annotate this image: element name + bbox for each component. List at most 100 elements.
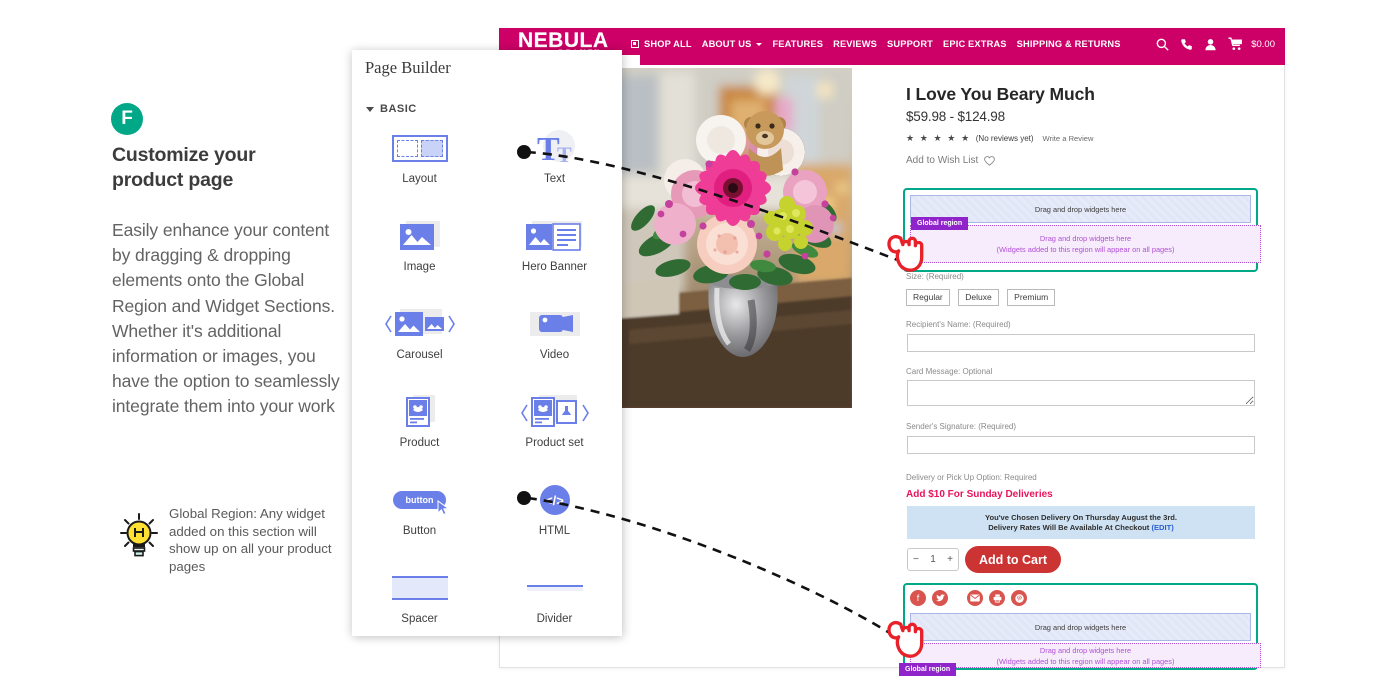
nav-item-epic-extras[interactable]: EPIC EXTRAS <box>943 39 1007 49</box>
explainer-column: F Customize your product page Easily enh… <box>0 0 352 700</box>
nav-label: FEATURES <box>772 39 823 49</box>
widget-spacer[interactable]: Spacer <box>352 570 487 630</box>
nav-item-reviews[interactable]: REVIEWS <box>833 39 877 49</box>
lightbulb-icon <box>120 513 158 562</box>
nav-label: SHOP ALL <box>644 39 692 49</box>
product-icon <box>399 394 441 430</box>
page-builder-section-basic[interactable]: BASIC <box>366 103 417 115</box>
step-badge: F <box>111 103 143 135</box>
global-drop-note: (Widgets added to this region will appea… <box>997 657 1175 666</box>
signature-label-text: Sender's Signature: <box>906 422 976 431</box>
size-option-regular[interactable]: Regular <box>906 289 950 306</box>
add-to-cart-button[interactable]: Add to Cart <box>965 546 1061 573</box>
recipient-name-input[interactable] <box>907 334 1255 352</box>
sender-signature-input[interactable] <box>907 436 1255 454</box>
nav-item-shipping-returns[interactable]: SHIPPING & RETURNS <box>1017 39 1121 49</box>
widget-image[interactable]: Image <box>352 218 487 278</box>
email-icon[interactable] <box>967 590 983 606</box>
widget-layout[interactable]: Layout <box>352 130 487 190</box>
size-option-deluxe[interactable]: Deluxe <box>958 289 998 306</box>
search-icon[interactable] <box>1156 38 1169 51</box>
cart-total: $0.00 <box>1251 39 1275 50</box>
page-builder-panel: Page Builder BASIC Layout T T Text <box>352 50 622 636</box>
print-icon[interactable] <box>989 590 1005 606</box>
twitter-icon[interactable] <box>932 590 948 606</box>
global-drop-zone-bottom[interactable]: Global region Drag and drop widgets here… <box>910 643 1261 668</box>
nav-label: SUPPORT <box>887 39 933 49</box>
grid-square-icon <box>631 40 639 48</box>
main-nav: SHOP ALL ABOUT US FEATURES REVIEWS SUPPO… <box>631 39 1121 49</box>
widget-video[interactable]: Video <box>487 306 622 366</box>
global-drop-zone-top[interactable]: Global region Drag and drop widgets here… <box>910 225 1261 263</box>
review-count: (No reviews yet) <box>976 134 1034 143</box>
chevron-down-icon <box>756 43 762 46</box>
widget-carousel[interactable]: Carousel <box>352 306 487 366</box>
html-icon: </> <box>540 482 570 518</box>
page-title: Customize your product page <box>112 143 327 193</box>
heart-icon <box>984 156 995 166</box>
wishlist-label: Add to Wish List <box>906 155 978 166</box>
widget-drop-label: Drag and drop widgets here <box>1035 205 1126 214</box>
signature-required-text: (Required) <box>978 422 1016 431</box>
html-glyph-label: </> <box>540 485 570 515</box>
widget-label: Button <box>403 525 436 537</box>
hero-banner-icon <box>524 218 586 254</box>
widget-hero-banner[interactable]: Hero Banner <box>487 218 622 278</box>
phone-icon[interactable] <box>1180 38 1193 51</box>
nav-item-about-us[interactable]: ABOUT US <box>702 39 763 49</box>
widget-product[interactable]: Product <box>352 394 487 454</box>
card-message-label-text: Card Message: <box>906 367 960 376</box>
facebook-icon[interactable]: f <box>910 590 926 606</box>
quantity-stepper[interactable]: − 1 + <box>907 548 959 571</box>
delivery-edit-link[interactable]: (EDIT) <box>1151 523 1173 532</box>
product-price: $59.98 - $124.98 <box>906 109 1005 124</box>
quantity-decrement[interactable]: − <box>913 554 919 565</box>
widget-html[interactable]: </> HTML <box>487 482 622 542</box>
widget-label: Spacer <box>401 613 437 625</box>
card-message-textarea[interactable] <box>907 380 1255 406</box>
nav-item-support[interactable]: SUPPORT <box>887 39 933 49</box>
global-drop-label: Drag and drop widgets here <box>1040 646 1131 655</box>
widget-label: Carousel <box>396 349 442 361</box>
video-icon <box>525 306 585 342</box>
global-drop-label: Drag and drop widgets here <box>1040 234 1131 243</box>
social-share-row: f <box>910 590 1027 606</box>
global-region-tag: Global region <box>899 663 956 676</box>
nav-item-features[interactable]: FEATURES <box>772 39 823 49</box>
widget-grid: Layout T T Text I <box>352 130 622 630</box>
global-region-top[interactable]: Drag and drop widgets here Global region… <box>903 188 1258 272</box>
delivery-required-text: Required <box>1004 473 1036 482</box>
quantity-increment[interactable]: + <box>947 554 953 565</box>
image-icon <box>397 218 443 254</box>
header-icon-group: $0.00 <box>1156 37 1275 51</box>
explainer-body-text: Easily enhance your content by dragging … <box>112 218 347 420</box>
svg-text:T: T <box>557 142 572 167</box>
delivery-label-text: Delivery or Pick Up Option: <box>906 473 1002 482</box>
add-to-wishlist-button[interactable]: Add to Wish List <box>906 155 995 166</box>
widget-divider[interactable]: Divider <box>487 570 622 630</box>
card-message-required-text: Optional <box>962 367 992 376</box>
star-rating-icon: ★ ★ ★ ★ ★ <box>906 133 971 144</box>
nav-item-shop-all[interactable]: SHOP ALL <box>631 39 692 49</box>
global-region-tag: Global region <box>911 217 968 230</box>
button-icon: button <box>393 482 447 518</box>
nav-label: ABOUT US <box>702 39 752 49</box>
card-message-field-label: Card Message: Optional <box>906 367 992 376</box>
chevron-down-icon <box>366 107 374 112</box>
write-review-link[interactable]: Write a Review <box>1043 134 1094 143</box>
user-icon[interactable] <box>1204 38 1217 51</box>
widget-drop-zone-bottom[interactable]: Drag and drop widgets here <box>910 613 1251 641</box>
pinterest-icon[interactable] <box>1011 590 1027 606</box>
layout-icon <box>392 130 448 166</box>
quantity-value: 1 <box>930 554 936 565</box>
spacer-icon <box>392 570 448 606</box>
widget-button[interactable]: button Button <box>352 482 487 542</box>
delivery-field-label: Delivery or Pick Up Option: Required <box>906 473 1037 482</box>
cart-icon[interactable] <box>1228 37 1243 51</box>
text-icon: T T <box>529 130 581 166</box>
widget-product-set[interactable]: Product set <box>487 394 622 454</box>
widget-text[interactable]: T T Text <box>487 130 622 190</box>
size-option-premium[interactable]: Premium <box>1007 289 1055 306</box>
product-image[interactable] <box>599 68 852 408</box>
widget-drop-label: Drag and drop widgets here <box>1035 623 1126 632</box>
